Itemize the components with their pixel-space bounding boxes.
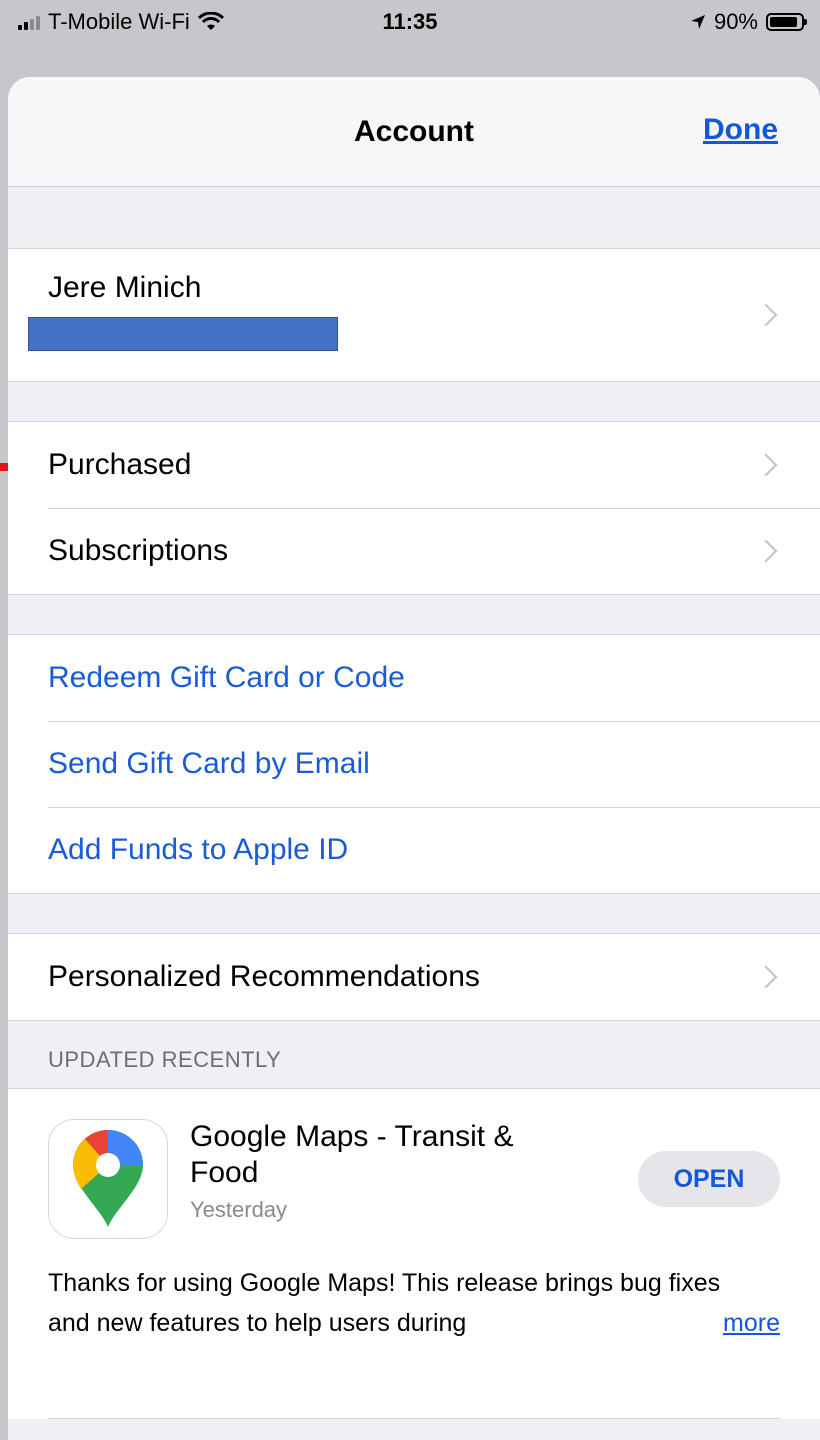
more-link[interactable]: more xyxy=(711,1303,780,1343)
section-spacer xyxy=(8,595,820,635)
redeem-gift-card-link[interactable]: Redeem Gift Card or Code xyxy=(8,635,820,721)
purchased-label: Purchased xyxy=(48,448,192,481)
section-spacer xyxy=(8,894,820,934)
personalized-recommendations-row[interactable]: Personalized Recommendations xyxy=(8,934,820,1020)
section-spacer xyxy=(8,187,820,249)
nav-bar: Account Done xyxy=(8,77,820,187)
personalized-recommendations-label: Personalized Recommendations xyxy=(48,960,480,993)
divider xyxy=(48,1418,780,1419)
status-left: T-Mobile Wi-Fi xyxy=(18,9,224,35)
battery-percent: 90% xyxy=(713,9,758,34)
chevron-right-icon xyxy=(754,453,778,477)
subscriptions-row[interactable]: Subscriptions xyxy=(8,508,820,594)
chevron-right-icon xyxy=(754,303,778,327)
location-arrow-icon xyxy=(690,15,705,29)
status-bar: T-Mobile Wi-Fi 11:35 90% xyxy=(0,0,820,44)
done-button[interactable]: Done xyxy=(703,113,778,147)
google-maps-app-icon[interactable] xyxy=(48,1119,168,1239)
chevron-right-icon xyxy=(754,965,778,989)
redacted-email xyxy=(28,317,338,351)
send-gift-card-link[interactable]: Send Gift Card by Email xyxy=(8,721,820,807)
chevron-right-icon xyxy=(754,539,778,563)
app-update-date: Yesterday xyxy=(190,1197,288,1222)
app-info: Google Maps - Transit & Food Yesterday xyxy=(190,1119,550,1239)
app-update-card: Google Maps - Transit & Food Yesterday O… xyxy=(8,1089,820,1419)
account-name: Jere Minich xyxy=(48,271,202,304)
recommendations-group: Personalized Recommendations xyxy=(8,934,820,1021)
status-right: 90% xyxy=(690,9,807,35)
map-pin-icon xyxy=(73,1130,143,1227)
account-row[interactable]: Jere Minich xyxy=(8,249,820,381)
release-notes: Thanks for using Google Maps! This relea… xyxy=(48,1263,780,1343)
updated-recently-header: UPDATED RECENTLY xyxy=(8,1021,820,1089)
purchases-group: Purchased Subscriptions xyxy=(8,422,820,595)
page-title: Account xyxy=(354,114,474,148)
account-group: Jere Minich xyxy=(8,249,820,382)
carrier-label: T-Mobile Wi-Fi xyxy=(48,9,190,34)
section-spacer xyxy=(8,382,820,422)
wifi-icon xyxy=(197,12,224,30)
purchased-row[interactable]: Purchased xyxy=(8,422,820,508)
gift-card-group: Redeem Gift Card or Code Send Gift Card … xyxy=(8,635,820,894)
subscriptions-label: Subscriptions xyxy=(48,534,229,567)
account-sheet: Account Done Jere Minich Purchased Subsc… xyxy=(8,77,820,1440)
add-funds-link[interactable]: Add Funds to Apple ID xyxy=(8,807,820,893)
cellular-signal-icon xyxy=(18,14,40,30)
release-notes-text: Thanks for using Google Maps! This relea… xyxy=(48,1269,721,1337)
app-header: Google Maps - Transit & Food Yesterday O… xyxy=(48,1089,780,1239)
app-name[interactable]: Google Maps - Transit & Food xyxy=(190,1119,550,1191)
battery-icon xyxy=(766,13,807,31)
open-button[interactable]: OPEN xyxy=(638,1151,780,1207)
